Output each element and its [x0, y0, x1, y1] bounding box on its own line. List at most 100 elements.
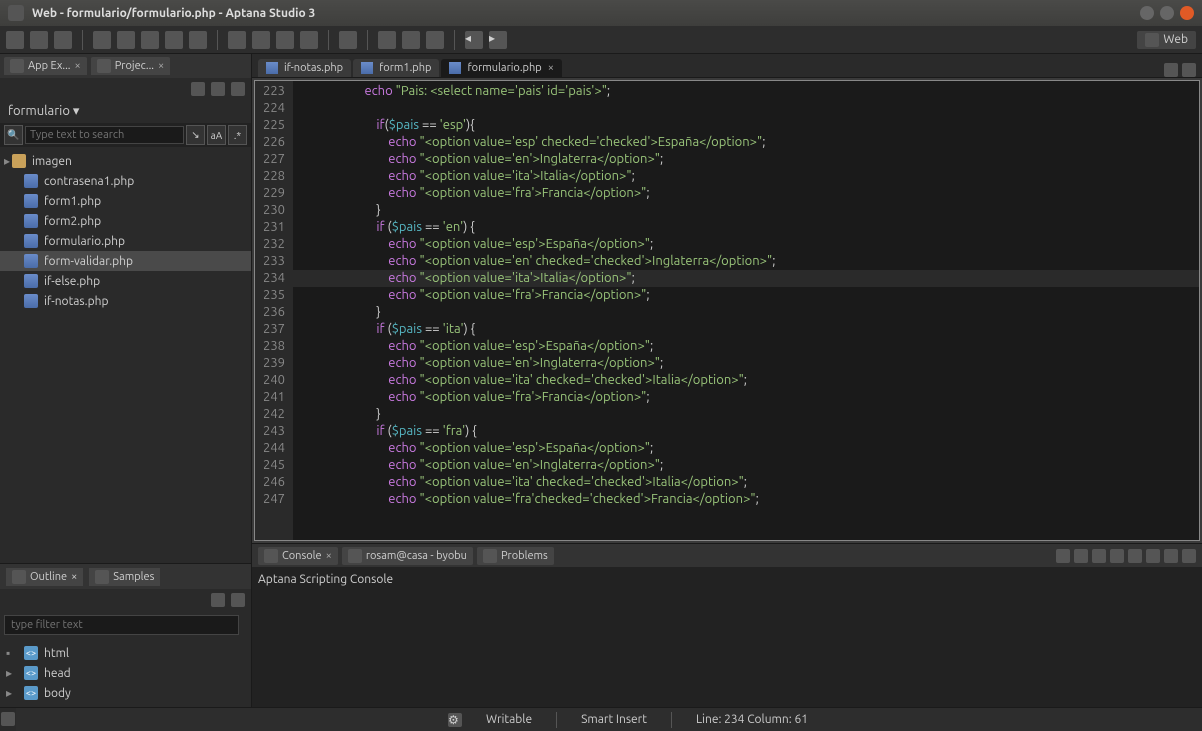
- regex-toggle[interactable]: .*: [228, 125, 247, 145]
- console-tool-icon[interactable]: [1056, 549, 1070, 563]
- maximize-view-icon[interactable]: [1182, 549, 1196, 563]
- project-name[interactable]: formulario ▾: [0, 100, 251, 123]
- minimize-button[interactable]: [1140, 6, 1154, 20]
- file-label: formulario.php: [44, 235, 125, 248]
- collapse-icon[interactable]: [191, 82, 205, 96]
- close-icon[interactable]: ×: [326, 550, 332, 562]
- toolbar-icon[interactable]: [426, 31, 444, 49]
- console-tool-icon[interactable]: [1074, 549, 1088, 563]
- toolbar-icon[interactable]: [378, 31, 396, 49]
- tab-project-explorer[interactable]: Projec... ×: [91, 57, 171, 75]
- file-label: form2.php: [44, 215, 101, 228]
- console-output: Aptana Scripting Console: [252, 567, 1202, 707]
- back-icon[interactable]: ◂: [465, 31, 483, 49]
- brush-icon[interactable]: [339, 31, 357, 49]
- gear-icon[interactable]: ⚙: [448, 713, 462, 727]
- maximize-button[interactable]: [1160, 6, 1174, 20]
- expander-icon[interactable]: ▸: [6, 686, 12, 700]
- console-text: Aptana Scripting Console: [258, 573, 393, 586]
- titlebar: Web - formulario/formulario.php - Aptana…: [0, 0, 1202, 26]
- filter-icon[interactable]: ↘: [186, 125, 205, 145]
- case-toggle[interactable]: aA: [207, 125, 226, 145]
- console-tool-icon[interactable]: [1146, 549, 1160, 563]
- run-icon[interactable]: [276, 31, 294, 49]
- close-button[interactable]: [1180, 6, 1194, 20]
- save-all-icon[interactable]: [54, 31, 72, 49]
- toolbar-icon[interactable]: [252, 31, 270, 49]
- php-file-icon: [24, 294, 38, 308]
- php-file-icon: [266, 62, 278, 74]
- close-icon[interactable]: ×: [75, 60, 81, 72]
- toolbar-icon[interactable]: [165, 31, 183, 49]
- globe-icon: [1145, 33, 1159, 47]
- outline-filter-input[interactable]: [4, 615, 239, 635]
- php-file-icon: [361, 62, 373, 74]
- tab-outline[interactable]: Outline ×: [6, 568, 83, 586]
- tree-file[interactable]: formulario.php: [0, 231, 251, 251]
- tag-icon: <>: [24, 646, 38, 660]
- toolbar-icon[interactable]: [141, 31, 159, 49]
- forward-icon[interactable]: ▸: [489, 31, 507, 49]
- minimize-view-icon[interactable]: [1164, 63, 1178, 77]
- new-icon[interactable]: [6, 31, 24, 49]
- folder-icon: [12, 154, 26, 168]
- gear-icon[interactable]: [231, 82, 245, 96]
- save-icon[interactable]: [30, 31, 48, 49]
- perspective-label: Web: [1163, 33, 1188, 46]
- minimize-view-icon[interactable]: [1164, 549, 1178, 563]
- toolbar-icon[interactable]: [93, 31, 111, 49]
- toolbar-icon[interactable]: [300, 31, 318, 49]
- toolbar-icon[interactable]: [117, 31, 135, 49]
- editor-tab[interactable]: if-notas.php: [258, 59, 351, 77]
- code-editor[interactable]: 2232242252262272282292302312322332342352…: [254, 80, 1200, 541]
- tree-file[interactable]: form1.php: [0, 191, 251, 211]
- tab-console[interactable]: Console ×: [258, 547, 338, 565]
- menu-icon[interactable]: [231, 593, 245, 607]
- tree-folder[interactable]: ▸imagen: [0, 151, 251, 171]
- expander-icon[interactable]: ▪: [6, 646, 10, 660]
- tab-label: rosam@casa - byobu: [366, 550, 467, 562]
- left-gutter: [0, 707, 16, 731]
- editor-tab[interactable]: form1.php: [353, 59, 439, 77]
- outline-header: Outline × Samples: [0, 563, 251, 589]
- tree-file[interactable]: form-validar.php: [0, 251, 251, 271]
- close-icon[interactable]: ×: [548, 62, 554, 74]
- status-bar: ⚙ Writable Smart Insert Line: 234 Column…: [16, 707, 1202, 731]
- outline-item[interactable]: ▸<>body: [0, 683, 251, 703]
- expander-icon[interactable]: ▸: [6, 666, 12, 680]
- outline-item[interactable]: ▸<>head: [0, 663, 251, 683]
- tree-file[interactable]: if-else.php: [0, 271, 251, 291]
- toolbar-icon[interactable]: [189, 31, 207, 49]
- tree-file[interactable]: form2.php: [0, 211, 251, 231]
- sort-icon[interactable]: [211, 593, 225, 607]
- tab-app-explorer[interactable]: App Ex... ×: [4, 57, 87, 75]
- tab-label: Projec...: [115, 60, 154, 72]
- outline-item[interactable]: ▪<>html: [0, 643, 251, 663]
- file-label: form1.php: [44, 195, 101, 208]
- tab-terminal[interactable]: rosam@casa - byobu: [342, 547, 473, 565]
- file-label: form-validar.php: [44, 255, 133, 268]
- show-view-icon[interactable]: [1, 712, 15, 726]
- link-icon[interactable]: [211, 82, 225, 96]
- tree-file[interactable]: contrasena1.php: [0, 171, 251, 191]
- editor-tab[interactable]: formulario.php×: [441, 59, 561, 77]
- console-tool-icon[interactable]: [1128, 549, 1142, 563]
- tree-file[interactable]: if-notas.php: [0, 291, 251, 311]
- console-icon: [264, 549, 278, 563]
- maximize-view-icon[interactable]: [1182, 63, 1196, 77]
- tab-problems[interactable]: Problems: [477, 547, 554, 565]
- php-file-icon: [449, 62, 461, 74]
- code-area[interactable]: echo "Pais: <select name='pais' id='pais…: [293, 81, 1199, 540]
- tab-samples[interactable]: Samples: [89, 568, 160, 586]
- outline-icon: [12, 570, 26, 584]
- toolbar-icon[interactable]: [402, 31, 420, 49]
- search-input[interactable]: [25, 126, 184, 144]
- toolbar-icon[interactable]: [228, 31, 246, 49]
- php-file-icon: [24, 234, 38, 248]
- console-tool-icon[interactable]: [1092, 549, 1106, 563]
- expander-icon[interactable]: ▸: [2, 154, 12, 168]
- perspective-switcher[interactable]: Web: [1137, 31, 1196, 49]
- console-tool-icon[interactable]: [1110, 549, 1124, 563]
- close-icon[interactable]: ×: [71, 571, 77, 583]
- close-icon[interactable]: ×: [158, 60, 164, 72]
